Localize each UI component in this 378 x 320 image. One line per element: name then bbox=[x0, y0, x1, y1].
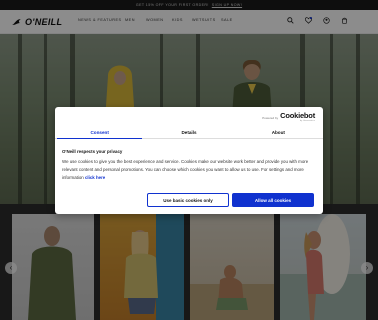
cookiebot-sub-label: by Usercentrics bbox=[299, 120, 315, 122]
tab-details[interactable]: Details bbox=[144, 127, 233, 138]
use-basic-cookies-button[interactable]: Use basic cookies only bbox=[147, 193, 229, 207]
cookie-tabs: Consent Details About bbox=[55, 127, 323, 139]
cookie-settings-link[interactable]: click here bbox=[85, 175, 105, 180]
cookie-dialog-body: We use cookies to give you the best expe… bbox=[62, 158, 316, 181]
cookiebot-logo: Cookiebot bbox=[280, 111, 315, 120]
allow-all-cookies-button[interactable]: Allow all cookies bbox=[232, 193, 314, 207]
tab-about[interactable]: About bbox=[234, 127, 323, 138]
cookie-dialog-title: O'Neill respects your privacy bbox=[62, 149, 123, 154]
cookiebot-branding[interactable]: Powered by Cookiebot by Usercentrics bbox=[262, 111, 315, 122]
powered-by-label: Powered by bbox=[262, 116, 279, 120]
cookie-consent-dialog: Powered by Cookiebot by Usercentrics Con… bbox=[55, 107, 323, 214]
tab-consent[interactable]: Consent bbox=[55, 127, 144, 139]
